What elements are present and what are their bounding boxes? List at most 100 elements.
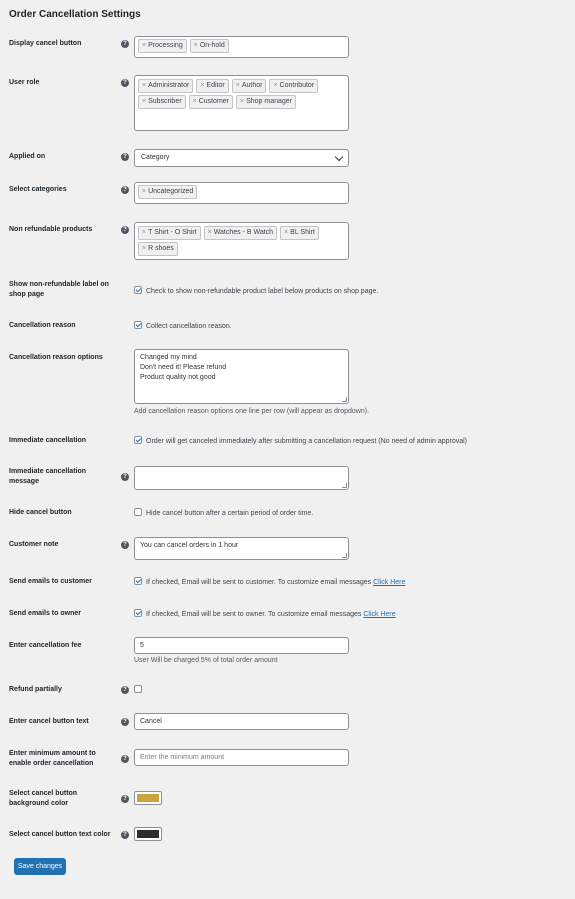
- tag-shop-manager: × Shop manager: [236, 95, 297, 109]
- cancellation-fee-input[interactable]: 5: [134, 637, 349, 654]
- bg-color-swatch[interactable]: [134, 791, 162, 805]
- immediate-cancellation-label: Immediate cancellation: [9, 437, 87, 444]
- cancel-button-text-input[interactable]: Cancel: [134, 713, 349, 730]
- tag-uncategorized: × Uncategorized: [138, 185, 198, 199]
- display-cancel-select[interactable]: × Processing × On-hold: [134, 36, 349, 58]
- display-cancel-label: Display cancel button: [9, 40, 82, 47]
- show-non-refundable-row: Check to show non-refundable product lab…: [134, 286, 378, 297]
- text-color-fill: [137, 830, 159, 838]
- cancellation-reason-label: Cancellation reason: [9, 322, 76, 329]
- refund-partially-wrap: [134, 685, 146, 694]
- select-categories-label: Select categories: [9, 186, 67, 193]
- resize-grip-icon[interactable]: [342, 397, 347, 402]
- remove-tag-icon[interactable]: ×: [194, 42, 198, 49]
- show-non-refundable-checkbox[interactable]: [134, 286, 142, 294]
- emails-customer-label: Send emails to customer: [9, 578, 92, 585]
- text-color-label: Select cancel button text color: [9, 831, 111, 838]
- cancellation-reason-row: Collect cancellation reason.: [134, 321, 232, 332]
- tag-contributor: × Contributor: [269, 79, 319, 93]
- help-icon[interactable]: ?: [121, 153, 129, 161]
- tag-editor: × Editor: [196, 79, 229, 93]
- remove-tag-icon[interactable]: ×: [200, 82, 204, 89]
- user-role-label: User role: [9, 79, 40, 86]
- immediate-message-textarea[interactable]: [134, 466, 349, 490]
- tag-product: × T Shirt - O Shirt: [138, 226, 201, 240]
- minimum-amount-input[interactable]: Enter the minimum amount: [134, 749, 349, 766]
- save-changes-button[interactable]: Save changes: [14, 858, 66, 875]
- customer-email-click-here-link[interactable]: Click Here: [373, 579, 405, 586]
- applied-on-select[interactable]: Category: [134, 149, 349, 167]
- help-icon[interactable]: ?: [121, 40, 129, 48]
- reason-options-textarea[interactable]: Changed my mind Don't need it! Please re…: [134, 349, 349, 404]
- user-role-select[interactable]: × Administrator × Editor × Author × Contributor…: [134, 75, 349, 131]
- applied-on-label: Applied on: [9, 153, 46, 160]
- chevron-down-icon: [334, 152, 344, 162]
- help-icon[interactable]: ?: [121, 831, 129, 839]
- remove-tag-icon[interactable]: ×: [284, 229, 288, 236]
- remove-tag-icon[interactable]: ×: [208, 229, 212, 236]
- text-color-swatch[interactable]: [134, 827, 162, 841]
- remove-tag-icon[interactable]: ×: [236, 82, 240, 89]
- non-refundable-select[interactable]: × T Shirt - O Shirt × Watches - B Watch × BL …: [134, 222, 349, 260]
- reason-options-desc: Add cancellation reason options one line…: [134, 408, 370, 415]
- tag-product: × BL Shirt: [280, 226, 319, 240]
- remove-tag-icon[interactable]: ×: [240, 98, 244, 105]
- help-icon[interactable]: ?: [121, 473, 129, 481]
- bg-color-fill: [137, 794, 159, 802]
- refund-partially-checkbox[interactable]: [134, 685, 142, 693]
- owner-email-click-here-link[interactable]: Click Here: [363, 611, 395, 618]
- non-refundable-label: Non refundable products: [9, 226, 93, 233]
- help-icon[interactable]: ?: [121, 541, 129, 549]
- minimum-amount-label: Enter minimum amount to enable order can…: [9, 750, 96, 767]
- resize-grip-icon[interactable]: [342, 483, 347, 488]
- cancellation-reason-checkbox[interactable]: [134, 321, 142, 329]
- reason-options-label: Cancellation reason options: [9, 354, 103, 361]
- tag-customer: × Customer: [188, 95, 233, 109]
- tag-product: × R shoes: [138, 242, 178, 256]
- help-icon[interactable]: ?: [121, 226, 129, 234]
- emails-owner-checkbox[interactable]: [134, 609, 142, 617]
- hide-cancel-row: Hide cancel button after a certain perio…: [134, 508, 313, 519]
- remove-tag-icon[interactable]: ×: [142, 229, 146, 236]
- help-icon[interactable]: ?: [121, 79, 129, 87]
- cancellation-fee-label: Enter cancellation fee: [9, 642, 82, 649]
- help-icon[interactable]: ?: [121, 186, 129, 194]
- tag-administrator: × Administrator: [138, 79, 194, 93]
- cancel-button-text-label: Enter cancel button text: [9, 718, 89, 725]
- customer-note-label: Customer note: [9, 541, 59, 548]
- help-icon[interactable]: ?: [121, 686, 129, 694]
- tag-on-hold: × On-hold: [189, 39, 229, 53]
- immediate-cancellation-row: Order will get canceled immediately afte…: [134, 436, 467, 447]
- resize-grip-icon[interactable]: [342, 553, 347, 558]
- help-icon[interactable]: ?: [121, 718, 129, 726]
- remove-tag-icon[interactable]: ×: [142, 245, 146, 252]
- show-non-refundable-label: Show non-refundable label on shop page: [9, 281, 109, 298]
- page-title: Order Cancellation Settings: [9, 9, 141, 20]
- emails-customer-checkbox[interactable]: [134, 577, 142, 585]
- tag-product: × Watches - B Watch: [203, 226, 278, 240]
- remove-tag-icon[interactable]: ×: [273, 82, 277, 89]
- emails-owner-row: If checked, Email will be sent to owner.…: [134, 609, 396, 620]
- hide-cancel-label: Hide cancel button: [9, 509, 72, 516]
- bg-color-label: Select cancel button background color: [9, 790, 78, 807]
- customer-note-textarea[interactable]: You can cancel orders in 1 hour: [134, 537, 349, 560]
- categories-select[interactable]: × Uncategorized: [134, 182, 349, 204]
- emails-customer-row: If checked, Email will be sent to custom…: [134, 577, 405, 588]
- remove-tag-icon[interactable]: ×: [142, 188, 146, 195]
- remove-tag-icon[interactable]: ×: [142, 42, 146, 49]
- tag-author: × Author: [231, 79, 267, 93]
- refund-partially-label: Refund partially: [9, 686, 62, 693]
- tag-processing: × Processing: [138, 39, 187, 53]
- hide-cancel-checkbox[interactable]: [134, 508, 142, 516]
- emails-owner-label: Send emails to owner: [9, 610, 81, 617]
- help-icon[interactable]: ?: [121, 755, 129, 763]
- remove-tag-icon[interactable]: ×: [193, 98, 197, 105]
- immediate-message-label: Immediate cancellation message: [9, 468, 87, 485]
- help-icon[interactable]: ?: [121, 795, 129, 803]
- immediate-cancellation-checkbox[interactable]: [134, 436, 142, 444]
- settings-page: Order Cancellation Settings Display canc…: [0, 0, 575, 899]
- tag-subscriber: × Subscriber: [138, 95, 186, 109]
- applied-on-value: Category: [141, 154, 170, 161]
- remove-tag-icon[interactable]: ×: [142, 98, 146, 105]
- remove-tag-icon[interactable]: ×: [142, 82, 146, 89]
